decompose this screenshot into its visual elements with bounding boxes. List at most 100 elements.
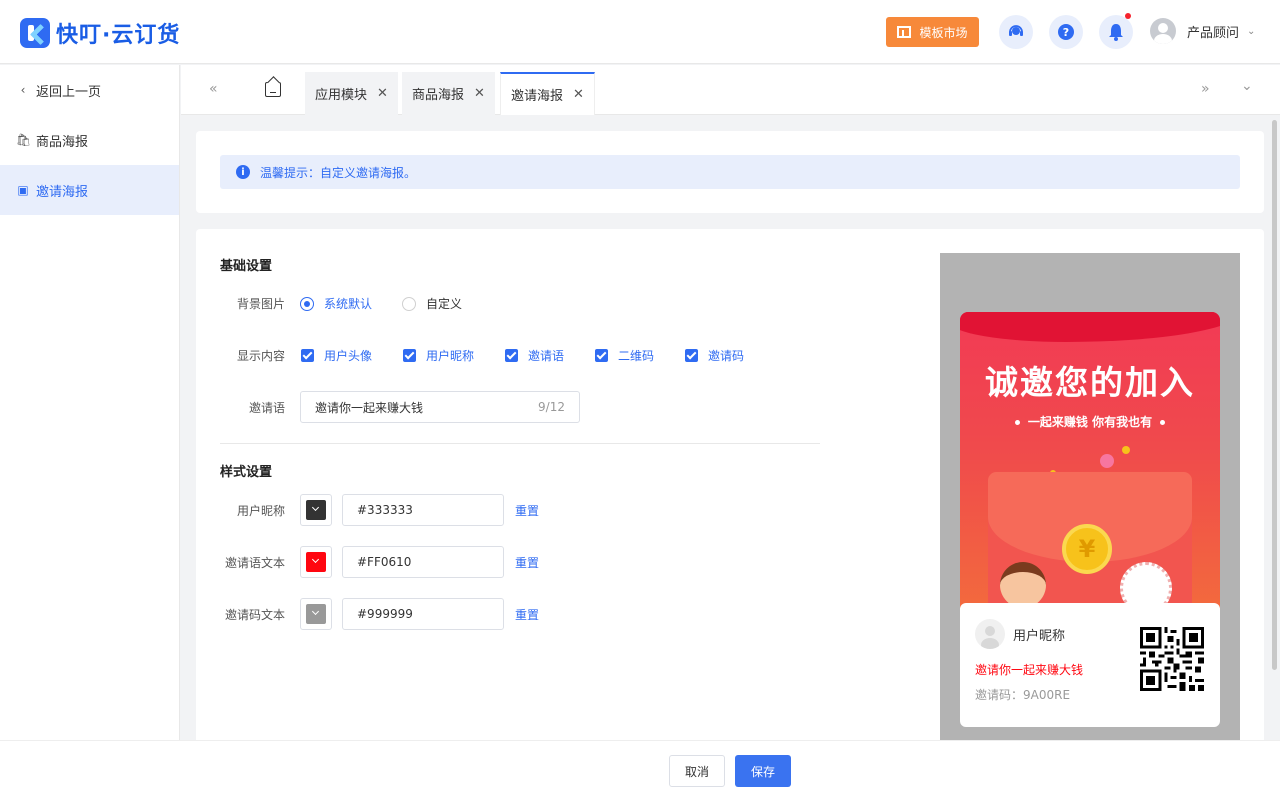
invite-text-color-input[interactable]: #FF0610 (342, 546, 504, 578)
notification-button[interactable] (1099, 13, 1133, 49)
style-settings-title: 样式设置 (220, 465, 273, 480)
chevron-down-icon[interactable]: ⌄ (1241, 78, 1253, 94)
scrollbar-thumb[interactable] (1272, 120, 1277, 670)
template-market-label: 模板市场 (919, 25, 968, 40)
invite-text-label: 邀请语 (248, 401, 285, 415)
tab-label: 商品海报 (412, 88, 465, 103)
background-label: 背景图片 (236, 297, 285, 311)
user-name: 产品顾问 (1187, 25, 1240, 41)
show-avatar-checkbox[interactable]: 用户头像 (301, 347, 372, 364)
cancel-button[interactable]: 取消 (669, 755, 725, 787)
info-icon: i (236, 165, 250, 179)
tab-product-poster[interactable]: 商品海报 ✕ (402, 72, 495, 115)
sidebar-item-invite-poster[interactable]: ▣ 邀请海报 (0, 165, 179, 215)
sidebar-item-label: 商品海报 (36, 134, 89, 150)
invite-text-input[interactable]: 邀请你一起来赚大钱 9/12 (300, 391, 580, 423)
checkbox-box (685, 349, 698, 362)
invite-text-color-picker[interactable] (300, 546, 332, 578)
double-chevron-right-icon[interactable]: » (1201, 81, 1210, 97)
tab-invite-poster[interactable]: 邀请海报 ✕ (500, 72, 595, 115)
invite-code-reset-link[interactable]: 重置 (515, 606, 539, 623)
sidebar-item-product-poster[interactable]: 🛍 商品海报 (0, 115, 179, 165)
template-icon (897, 26, 912, 38)
show-invite-text-checkbox[interactable]: 邀请语 (505, 347, 564, 364)
confetti-dot (1122, 446, 1130, 454)
poster-subline-text: 一起来赚钱 你有我也有 (1027, 415, 1153, 429)
color-swatch (306, 552, 326, 572)
radio-label: 系统默认 (324, 297, 373, 311)
color-value: #333333 (357, 503, 413, 517)
show-nickname-checkbox[interactable]: 用户昵称 (403, 347, 474, 364)
color-swatch (306, 604, 326, 624)
help-button[interactable]: ? (1049, 15, 1083, 49)
home-icon[interactable] (265, 82, 281, 97)
svg-text:?: ? (1063, 26, 1069, 39)
tip-banner: i 温馨提示：自定义邀请海报。 (220, 155, 1240, 189)
checkbox-label: 用户昵称 (426, 349, 475, 363)
sidebar-item-label: 邀请海报 (36, 184, 89, 200)
headset-icon (1009, 25, 1023, 36)
avatar (1150, 18, 1176, 44)
user-menu[interactable]: 产品顾问 ⌄ (1150, 18, 1255, 44)
qr-code-icon (1140, 627, 1204, 691)
help-icon: ? (1058, 24, 1074, 40)
save-button[interactable]: 保存 (735, 755, 791, 787)
template-market-button[interactable]: 模板市场 (886, 17, 979, 47)
brand-name: 快叮·云订货 (56, 23, 181, 48)
color-swatch (306, 500, 326, 520)
checkbox-label: 邀请语 (528, 349, 565, 363)
tab-label: 邀请海报 (511, 89, 564, 104)
tab-label: 应用模块 (315, 88, 368, 103)
character-left (1000, 562, 1046, 608)
poster-info-card: 用户昵称 邀请你一起来赚大钱 邀请码：9A00RE (960, 603, 1220, 727)
nickname-color-picker[interactable] (300, 494, 332, 526)
bg-default-radio[interactable]: 系统默认 (300, 295, 372, 312)
color-value: #FF0610 (357, 555, 412, 569)
show-qrcode-checkbox[interactable]: 二维码 (595, 347, 654, 364)
show-invite-code-checkbox[interactable]: 邀请码 (685, 347, 744, 364)
invite-code-color-input[interactable]: #999999 (342, 598, 504, 630)
poster-subline: 一起来赚钱 你有我也有 (960, 413, 1220, 430)
tab-app-module[interactable]: 应用模块 ✕ (305, 72, 398, 115)
footer-bar: 取消 保存 (0, 740, 1280, 800)
style-row-label: 邀请码文本 (224, 608, 285, 622)
chevron-down-icon: ⌄ (1247, 25, 1256, 37)
preview-invite-text: 邀请你一起来赚大钱 (975, 663, 1084, 677)
checkbox-box (301, 349, 314, 362)
main-content: i 温馨提示：自定义邀请海报。 基础设置 背景图片 系统默认 自定义 显示内容 … (181, 116, 1269, 740)
tabs-bar: « 应用模块 ✕ 商品海报 ✕ 邀请海报 ✕ » ⌄ (181, 65, 1280, 115)
tip-text: 温馨提示：自定义邀请海报。 (260, 165, 417, 180)
preview-invite-code: 邀请码：9A00RE (975, 688, 1071, 702)
sidebar-back[interactable]: ‹ 返回上一页 (0, 65, 179, 115)
customer-service-button[interactable] (999, 15, 1033, 49)
checkbox-box (505, 349, 518, 362)
checkbox-box (595, 349, 608, 362)
bg-custom-radio[interactable]: 自定义 (402, 295, 462, 312)
chevron-left-icon: ‹ (20, 83, 26, 97)
poster-headline: 诚邀您的加入 (985, 363, 1195, 402)
invite-code-color-picker[interactable] (300, 598, 332, 630)
double-chevron-left-icon[interactable]: « (209, 81, 218, 97)
checkbox-label: 邀请码 (708, 349, 745, 363)
poster-image: 诚邀您的加入 一起来赚钱 你有我也有 ¥ (960, 312, 1220, 612)
invite-text-reset-link[interactable]: 重置 (515, 554, 539, 571)
display-content-label: 显示内容 (236, 349, 285, 363)
close-icon[interactable]: ✕ (573, 87, 584, 102)
radio-dot (300, 296, 314, 311)
top-bar: 快叮·云订货 模板市场 ? 产品顾问 ⌄ (0, 0, 1280, 64)
nickname-reset-link[interactable]: 重置 (515, 502, 539, 519)
sidebar-back-label: 返回上一页 (36, 84, 102, 100)
close-icon[interactable]: ✕ (377, 86, 388, 101)
sidebar: ‹ 返回上一页 🛍 商品海报 ▣ 邀请海报 (0, 65, 180, 740)
settings-card: 基础设置 背景图片 系统默认 自定义 显示内容 用户头像 用户昵称 邀请语 二维… (196, 229, 1264, 740)
radio-label: 自定义 (426, 297, 463, 311)
notification-badge (1125, 13, 1131, 19)
preview-avatar (975, 619, 1005, 649)
close-icon[interactable]: ✕ (474, 86, 485, 101)
style-row-label: 邀请语文本 (224, 556, 285, 570)
char-counter: 9/12 (538, 400, 565, 414)
style-row-label: 用户昵称 (236, 504, 285, 518)
nickname-color-input[interactable]: #333333 (342, 494, 504, 526)
logo-icon (20, 18, 50, 48)
brand-logo[interactable]: 快叮·云订货 (20, 17, 180, 49)
